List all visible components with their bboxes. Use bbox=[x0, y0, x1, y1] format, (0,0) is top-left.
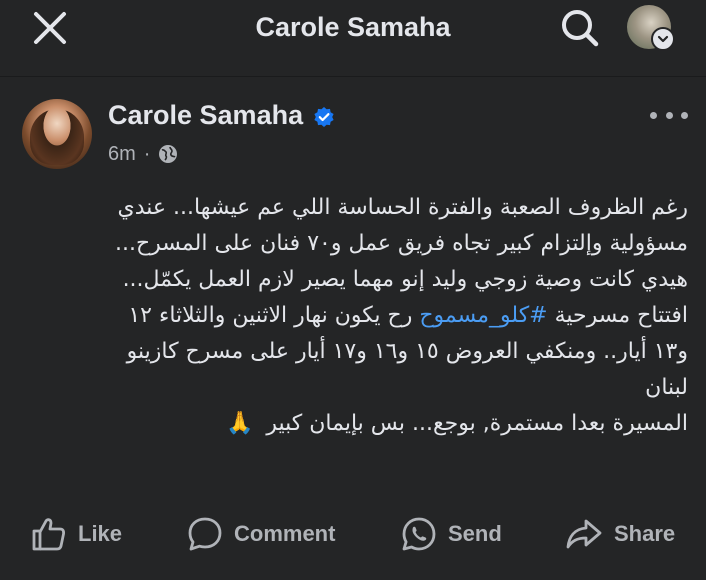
header-divider bbox=[0, 76, 706, 77]
post-text-line: هيدي كانت وصية زوجي وليد إنو مهما يصير ل… bbox=[122, 267, 688, 292]
more-dots-icon bbox=[650, 111, 657, 119]
author-avatar[interactable] bbox=[22, 99, 92, 169]
post-screen: Carole Samaha Carole Samaha 6m · رغم الظ… bbox=[0, 0, 706, 580]
avatar-photo bbox=[30, 109, 84, 165]
post-text-line: افتتاح مسرحية #كلو_مسموح رح يكون نهار ال… bbox=[28, 298, 688, 334]
share-label: Share bbox=[614, 521, 676, 546]
share-arrow-icon bbox=[566, 519, 602, 549]
verified-badge-icon bbox=[314, 107, 334, 127]
profile-menu-button[interactable] bbox=[627, 5, 675, 51]
search-icon bbox=[562, 10, 599, 47]
post-text-segment: المسيرة بعدا مستمرة, بوجع... بس بإيمان ك… bbox=[266, 411, 688, 436]
hashtag-link[interactable]: #كلو_مسموح bbox=[419, 303, 547, 328]
send-label: Send bbox=[448, 521, 502, 546]
like-button[interactable]: Like bbox=[30, 508, 122, 560]
post-text-line: مسؤولية وإلتزام كبير تجاه فريق عمل و٧٠ ف… bbox=[114, 231, 688, 256]
whatsapp-icon bbox=[402, 517, 436, 551]
post-text-line: و١٣ أيار.. ومنكفي العروض ١٥ و١٦ و١٧ أيار… bbox=[126, 339, 688, 364]
post-text-segment: رح يكون نهار الاثنين والثلاثاء ١٢ bbox=[128, 303, 420, 328]
thumbs-up-icon bbox=[32, 518, 66, 551]
post-text-line: لبنان bbox=[645, 375, 688, 400]
comment-label: Comment bbox=[234, 521, 336, 546]
send-button[interactable]: Send bbox=[400, 508, 502, 560]
more-options-button[interactable] bbox=[650, 108, 688, 122]
post-text-line: رغم الظروف الصعبة والفترة الحساسة اللي ع… bbox=[117, 195, 689, 220]
search-button[interactable] bbox=[558, 6, 602, 50]
post-text-line: المسيرة بعدا مستمرة, بوجع... بس بإيمان ك… bbox=[28, 406, 688, 442]
globe-icon bbox=[159, 145, 178, 163]
comment-icon bbox=[188, 517, 222, 551]
share-button[interactable]: Share bbox=[564, 508, 675, 560]
meta-separator: · bbox=[143, 142, 151, 165]
post-meta: 6m · bbox=[108, 142, 178, 166]
post-time[interactable]: 6m bbox=[108, 143, 136, 166]
chevron-down-icon bbox=[651, 27, 675, 51]
post-text: رغم الظروف الصعبة والفترة الحساسة اللي ع… bbox=[28, 190, 688, 442]
action-bar: Like Comment Send Share bbox=[0, 508, 706, 560]
folded-hands-emoji: 🙏 bbox=[225, 411, 254, 436]
like-label: Like bbox=[78, 521, 123, 546]
top-bar: Carole Samaha bbox=[0, 0, 706, 56]
author-name[interactable]: Carole Samaha bbox=[108, 100, 303, 131]
comment-button[interactable]: Comment bbox=[186, 508, 335, 560]
post-text-segment: افتتاح مسرحية bbox=[547, 303, 688, 328]
